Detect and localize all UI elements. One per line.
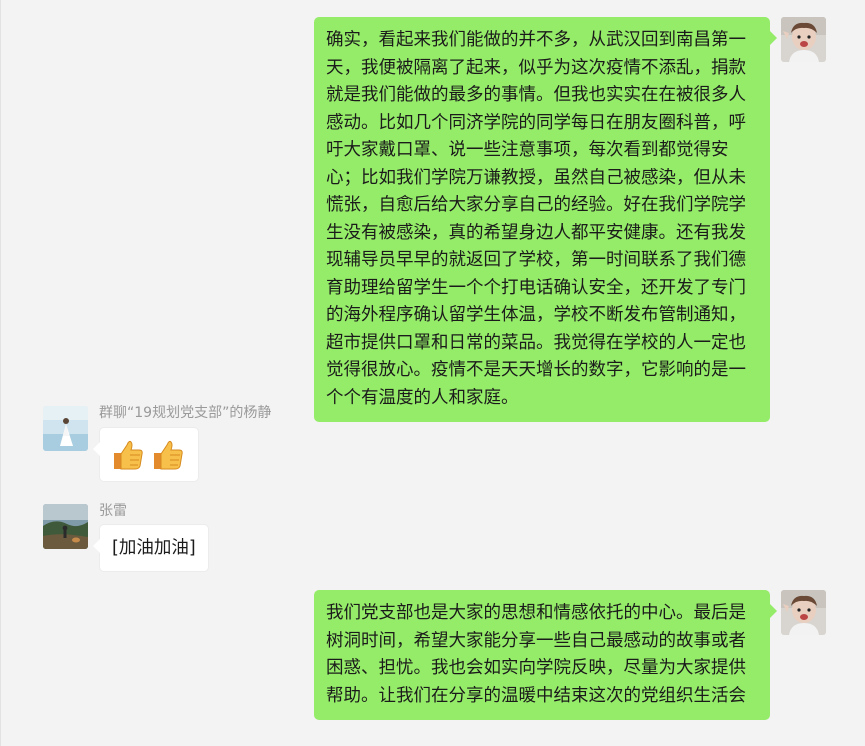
message-text: [加油加油] (112, 538, 196, 558)
message-text: 确实，看起来我们能做的并不多，从武汉回到南昌第一天，我便被隔离了起来，似乎为这次… (326, 30, 746, 408)
sender-name: 张雷 (99, 503, 127, 519)
incoming-message-bubble[interactable] (93, 427, 199, 483)
sender-name: 群聊“19规划党支部”的杨静 (99, 405, 272, 421)
thumbs-up-icon (110, 437, 144, 483)
chat-window: 确实，看起来我们能做的并不多，从武汉回到南昌第一天，我便被隔离了起来，似乎为这次… (0, 0, 865, 746)
outdoor-landscape-avatar[interactable] (43, 504, 88, 549)
outgoing-message-bubble[interactable]: 我们党支部也是大家的思想和情感依托的中心。最后是树洞时间，希望大家能分享一些自己… (314, 590, 777, 720)
child-photo-avatar[interactable] (781, 17, 826, 62)
message-text: 我们党支部也是大家的思想和情感依托的中心。最后是树洞时间，希望大家能分享一些自己… (326, 603, 746, 706)
child-photo-avatar[interactable] (781, 590, 826, 635)
outgoing-message-bubble[interactable]: 确实，看起来我们能做的并不多，从武汉回到南昌第一天，我便被隔离了起来，似乎为这次… (314, 17, 777, 422)
figure-in-white-dress-avatar[interactable] (43, 406, 88, 451)
incoming-message-bubble[interactable]: [加油加油] (93, 524, 209, 572)
thumbs-up-icon (150, 437, 184, 483)
